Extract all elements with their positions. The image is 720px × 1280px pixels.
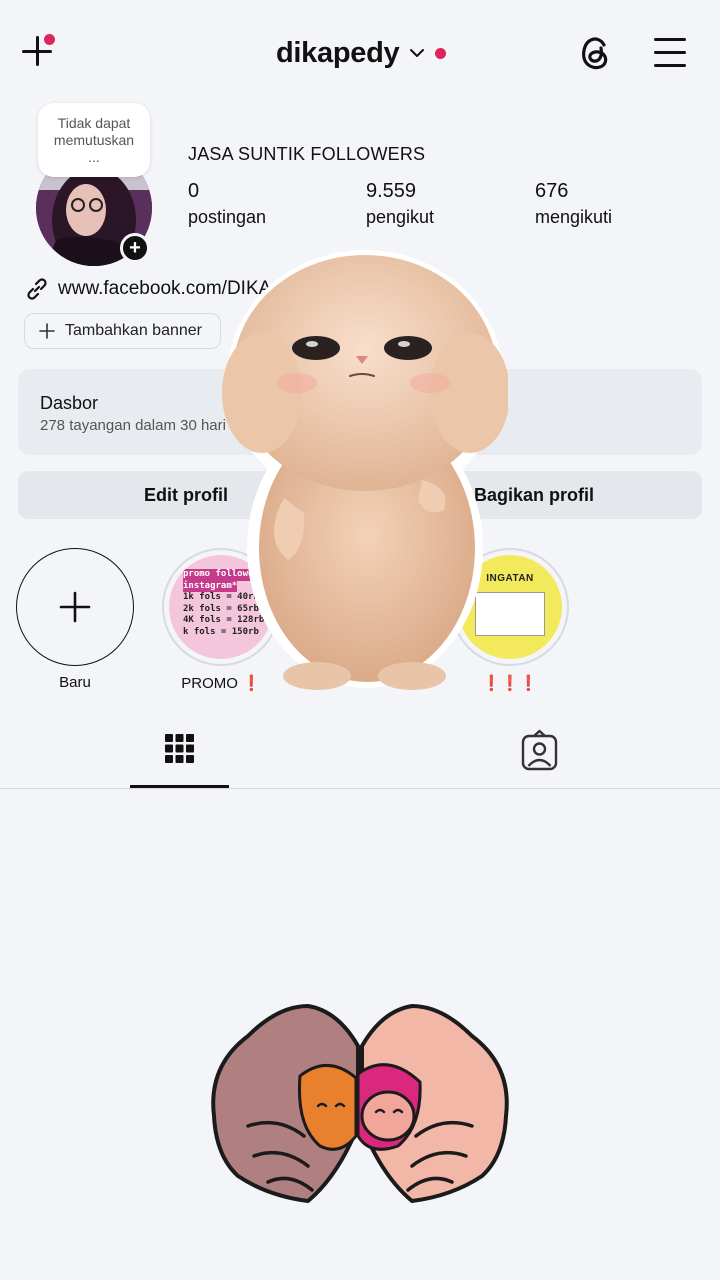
- username: dikapedy: [276, 36, 400, 69]
- create-button[interactable]: [18, 32, 58, 72]
- heart-hands-illustration: [208, 996, 512, 1206]
- grid-icon: [165, 734, 194, 763]
- display-name: JASA SUNTIK FOLLOWERS: [188, 144, 426, 164]
- posts-stat[interactable]: 0 postingan: [188, 180, 266, 228]
- notification-dot: [435, 47, 447, 59]
- notification-dot: [44, 34, 55, 45]
- note-line: Tidak dapat: [57, 114, 131, 131]
- highlight-new-ring: [16, 548, 134, 666]
- tab-grid[interactable]: [130, 728, 229, 788]
- add-banner-label: Tambahkan banner: [65, 322, 202, 339]
- add-story-button[interactable]: +: [120, 233, 150, 263]
- add-banner-button[interactable]: Tambahkan banner: [24, 313, 221, 349]
- threads-icon: [582, 37, 608, 70]
- following-stat[interactable]: 676 mengikuti: [535, 180, 612, 228]
- plus-icon: [39, 323, 55, 339]
- highlight-new[interactable]: Baru: [16, 548, 134, 691]
- account-switcher[interactable]: dikapedy: [276, 33, 447, 73]
- link-icon: [27, 278, 47, 300]
- cat-sticker: [222, 248, 510, 692]
- note-bubble[interactable]: Tidak dapat memutuskan ...: [38, 103, 150, 177]
- note-line: memutuskan: [53, 131, 135, 148]
- tab-tagged[interactable]: [490, 728, 589, 788]
- highlight-label: Baru: [59, 674, 91, 691]
- tagged-person-icon: [521, 729, 558, 771]
- chevron-down-icon: [410, 49, 425, 57]
- plus-icon: [59, 591, 91, 623]
- note-line: ...: [88, 148, 100, 165]
- followers-stat[interactable]: 9.559 pengikut: [366, 180, 434, 228]
- threads-button[interactable]: [576, 33, 614, 73]
- menu-button[interactable]: [652, 36, 688, 70]
- top-bar: dikapedy: [0, 0, 720, 100]
- tab-divider: [0, 788, 720, 789]
